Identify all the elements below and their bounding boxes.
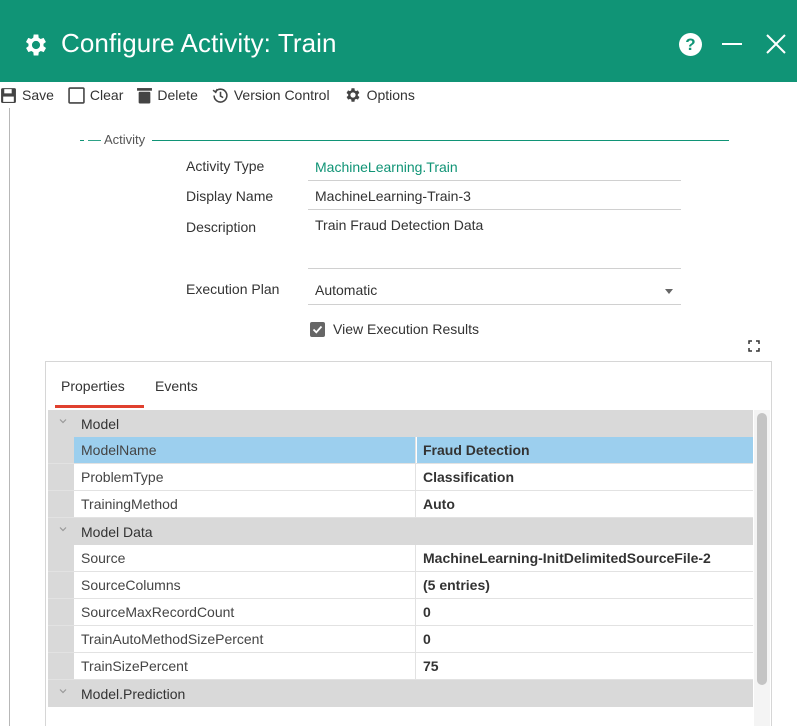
table-row[interactable]: SourceColumns (5 entries) <box>48 572 753 599</box>
property-name: TrainSizePercent <box>74 653 416 679</box>
properties-panel: Properties Events Model ModelName Fraud … <box>45 361 772 726</box>
options-label: Options <box>366 87 415 103</box>
delete-label: Delete <box>157 87 198 103</box>
property-name: Source <box>74 545 416 571</box>
trash-icon <box>137 87 153 103</box>
group-label: Model <box>81 416 120 432</box>
table-row[interactable]: SourceMaxRecordCount 0 <box>48 599 753 626</box>
property-name: SourceMaxRecordCount <box>74 599 416 625</box>
display-name-label: Display Name <box>186 188 274 204</box>
table-row[interactable]: TrainAutoMethodSizePercent 0 <box>48 626 753 653</box>
property-value[interactable]: (5 entries) <box>417 572 753 598</box>
gear-icon <box>25 34 47 56</box>
clear-label: Clear <box>89 87 124 103</box>
chevron-down-icon[interactable] <box>59 525 67 533</box>
table-row[interactable]: TrainingMethod Auto <box>48 491 753 518</box>
group-row-model-prediction[interactable]: Model.Prediction <box>48 680 753 707</box>
property-name: ModelName <box>74 437 416 463</box>
group-row-model-data[interactable]: Model Data <box>48 518 753 545</box>
history-icon <box>212 87 228 103</box>
chevron-down-icon[interactable] <box>59 417 67 425</box>
table-row[interactable]: Source MachineLearning-InitDelimitedSour… <box>48 545 753 572</box>
clear-icon <box>68 86 85 104</box>
options-button[interactable]: Options <box>344 86 415 104</box>
checkmark-icon <box>312 325 323 334</box>
version-control-label: Version Control <box>233 87 330 103</box>
property-value[interactable]: MachineLearning-InitDelimitedSourceFile-… <box>417 545 753 571</box>
activity-type-label: Activity Type <box>186 158 265 174</box>
group-row-model[interactable]: Model <box>48 410 753 437</box>
title-bar: Configure Activity: Train ? <box>0 0 797 88</box>
description-field[interactable]: Train Fraud Detection Data <box>308 212 681 269</box>
scrollbar[interactable] <box>754 410 770 726</box>
scrollbar-thumb[interactable] <box>757 413 767 685</box>
group-label: Model Data <box>81 524 153 540</box>
execution-plan-label: Execution Plan <box>186 281 280 297</box>
expand-icon[interactable] <box>748 340 760 352</box>
panel-tabs: Properties Events <box>46 362 771 408</box>
help-icon[interactable]: ? <box>679 33 702 56</box>
property-value[interactable]: 0 <box>417 626 753 652</box>
property-value[interactable]: 75 <box>417 653 753 679</box>
delete-button[interactable]: Delete <box>137 87 198 104</box>
execution-plan-value: Automatic <box>315 282 378 298</box>
save-icon <box>1 87 16 103</box>
version-control-button[interactable]: Version Control <box>212 87 330 104</box>
property-value[interactable]: Classification <box>417 464 753 490</box>
view-execution-results-label: View Execution Results <box>333 321 480 337</box>
save-label: Save <box>22 87 54 103</box>
property-name: TrainAutoMethodSizePercent <box>74 626 416 652</box>
display-name-field[interactable]: MachineLearning-Train-3 <box>308 183 681 210</box>
chevron-down-icon[interactable] <box>665 289 673 294</box>
close-icon[interactable] <box>764 32 788 56</box>
tab-events[interactable]: Events <box>155 378 198 394</box>
description-label: Description <box>186 219 257 235</box>
chevron-down-icon[interactable] <box>59 687 67 695</box>
minimize-icon[interactable] <box>722 43 742 45</box>
property-name: ProblemType <box>74 464 416 490</box>
property-name: SourceColumns <box>74 572 416 598</box>
activity-type-value[interactable]: MachineLearning.Train <box>308 154 681 181</box>
view-execution-results-checkbox[interactable] <box>310 322 325 337</box>
group-label: Model.Prediction <box>81 686 186 702</box>
window-title: Configure Activity: Train <box>61 28 337 58</box>
clear-button[interactable]: Clear <box>68 86 124 104</box>
toolbar: Save Clear Delete Version Control Option… <box>0 82 797 108</box>
gear-icon <box>346 88 360 102</box>
tab-properties[interactable]: Properties <box>61 378 125 394</box>
property-value[interactable]: 0 <box>417 599 753 625</box>
save-button[interactable]: Save <box>0 87 54 104</box>
table-row[interactable]: ModelName Fraud Detection <box>48 437 753 464</box>
table-row[interactable]: ProblemType Classification <box>48 464 753 491</box>
active-tab-indicator <box>55 405 144 408</box>
execution-plan-select[interactable]: Automatic <box>308 277 681 305</box>
property-value[interactable]: Fraud Detection <box>417 437 753 463</box>
table-row[interactable]: TrainSizePercent 75 <box>48 653 753 680</box>
activity-section-label: — Activity <box>84 132 150 147</box>
section-divider-right <box>152 140 729 141</box>
property-name: TrainingMethod <box>74 491 416 517</box>
dialog-left-border <box>9 88 10 726</box>
property-value[interactable]: Auto <box>417 491 753 517</box>
